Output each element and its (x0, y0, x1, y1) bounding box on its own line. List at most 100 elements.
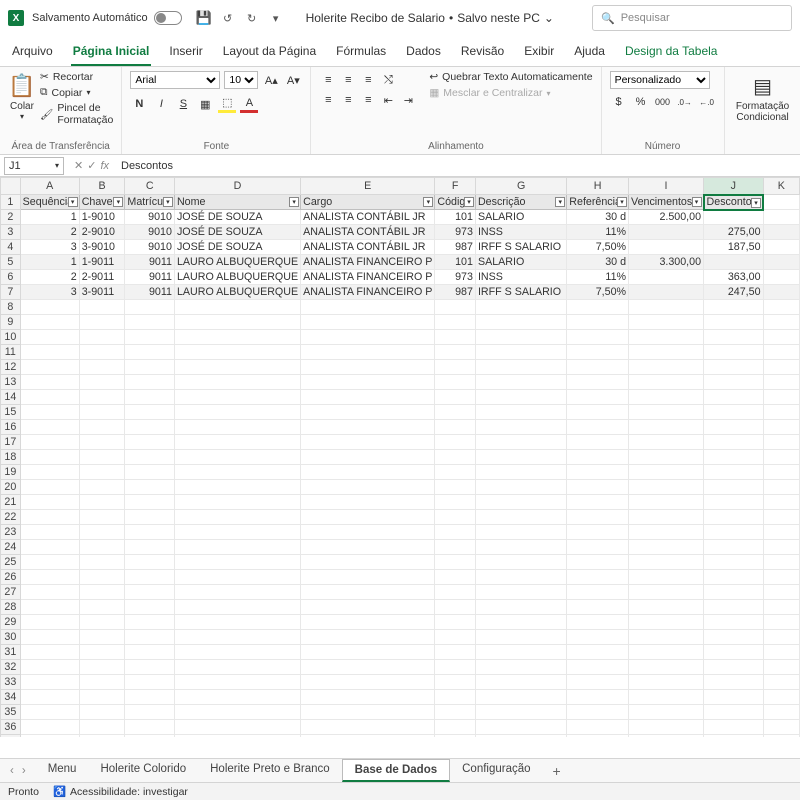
cell[interactable] (125, 675, 175, 690)
cell[interactable] (629, 705, 704, 720)
cell[interactable] (629, 615, 704, 630)
cell[interactable]: 187,50 (704, 240, 763, 255)
cell[interactable] (567, 345, 629, 360)
cell[interactable] (79, 720, 125, 735)
cell[interactable] (629, 405, 704, 420)
align-bottom-icon[interactable]: ≡ (359, 71, 377, 89)
cell[interactable] (301, 375, 435, 390)
fill-color-icon[interactable]: ⬚ (218, 95, 236, 113)
table-header-vencimentos[interactable]: Vencimentos▾ (629, 195, 704, 210)
borders-icon[interactable]: ▦ (196, 95, 214, 113)
cell[interactable] (125, 705, 175, 720)
cell[interactable] (174, 345, 300, 360)
cell[interactable] (435, 330, 476, 345)
cell[interactable] (704, 480, 763, 495)
cell[interactable] (475, 690, 566, 705)
cell[interactable] (567, 690, 629, 705)
cell[interactable] (763, 285, 799, 300)
cell[interactable] (79, 405, 125, 420)
cell[interactable] (763, 705, 799, 720)
cell[interactable]: 101 (435, 210, 476, 225)
row-header[interactable]: 22 (1, 510, 21, 525)
ribbon-tab-arquivo[interactable]: Arquivo (10, 40, 55, 66)
row-header[interactable]: 17 (1, 435, 21, 450)
cell[interactable] (20, 525, 79, 540)
italic-button[interactable]: I (152, 95, 170, 113)
cell[interactable] (301, 570, 435, 585)
row-header[interactable]: 7 (1, 285, 21, 300)
cell[interactable]: 9011 (125, 285, 175, 300)
cell[interactable] (475, 315, 566, 330)
cell[interactable] (567, 465, 629, 480)
cell[interactable] (435, 375, 476, 390)
cell[interactable]: ANALISTA CONTÁBIL JR (301, 210, 435, 225)
cell[interactable]: 1-9011 (79, 255, 125, 270)
increase-decimal-icon[interactable]: .0→ (676, 93, 694, 111)
cell[interactable] (20, 705, 79, 720)
cell[interactable] (475, 465, 566, 480)
cell[interactable] (301, 300, 435, 315)
cell[interactable] (174, 570, 300, 585)
cell[interactable] (475, 555, 566, 570)
cell[interactable] (475, 360, 566, 375)
cell[interactable]: 9010 (125, 240, 175, 255)
cell[interactable] (174, 495, 300, 510)
cell[interactable] (629, 690, 704, 705)
fx-icon[interactable]: fx (100, 160, 109, 172)
row-header[interactable]: 4 (1, 240, 21, 255)
cell[interactable] (435, 735, 476, 738)
cell[interactable] (174, 510, 300, 525)
cell[interactable] (301, 585, 435, 600)
cell[interactable]: INSS (475, 225, 566, 240)
cell[interactable] (629, 390, 704, 405)
cell[interactable] (20, 435, 79, 450)
cell[interactable] (79, 450, 125, 465)
cell[interactable] (704, 210, 763, 225)
cell[interactable] (435, 405, 476, 420)
row-header[interactable]: 34 (1, 690, 21, 705)
cell[interactable] (629, 480, 704, 495)
autosave-toggle[interactable]: Salvamento Automático (32, 11, 182, 25)
cell[interactable] (475, 450, 566, 465)
cell[interactable] (79, 690, 125, 705)
column-header-A[interactable]: A (20, 178, 79, 195)
cell[interactable] (475, 705, 566, 720)
cell[interactable] (20, 735, 79, 738)
cell[interactable] (125, 600, 175, 615)
cell[interactable] (763, 555, 799, 570)
cell[interactable] (704, 720, 763, 735)
cell[interactable]: 1 (20, 255, 79, 270)
cell[interactable] (629, 540, 704, 555)
cell[interactable] (763, 570, 799, 585)
cell[interactable] (125, 495, 175, 510)
cell[interactable]: 9010 (125, 210, 175, 225)
cell[interactable] (629, 570, 704, 585)
cell[interactable] (475, 525, 566, 540)
cell[interactable] (435, 555, 476, 570)
copy-button[interactable]: ⧉Copiar▾ (40, 86, 113, 99)
cell[interactable] (704, 525, 763, 540)
cell[interactable] (301, 450, 435, 465)
cell[interactable] (125, 555, 175, 570)
cell[interactable]: 2.500,00 (629, 210, 704, 225)
cell[interactable] (174, 420, 300, 435)
cell[interactable] (79, 300, 125, 315)
cell[interactable] (475, 630, 566, 645)
row-header[interactable]: 5 (1, 255, 21, 270)
cell[interactable] (629, 645, 704, 660)
cell[interactable]: JOSÉ DE SOUZA (174, 225, 300, 240)
cell[interactable] (435, 480, 476, 495)
cell[interactable] (20, 510, 79, 525)
cell[interactable] (174, 360, 300, 375)
align-center-icon[interactable]: ≡ (339, 91, 357, 109)
cell[interactable] (435, 615, 476, 630)
cell[interactable] (704, 405, 763, 420)
cell[interactable] (79, 540, 125, 555)
cell[interactable] (174, 375, 300, 390)
bold-button[interactable]: N (130, 95, 148, 113)
cell[interactable]: LAURO ALBUQUERQUE (174, 255, 300, 270)
table-header-sequência[interactable]: Sequência▾ (20, 195, 79, 210)
row-header[interactable]: 12 (1, 360, 21, 375)
cell[interactable] (79, 345, 125, 360)
font-name-select[interactable]: Arial (130, 71, 220, 89)
